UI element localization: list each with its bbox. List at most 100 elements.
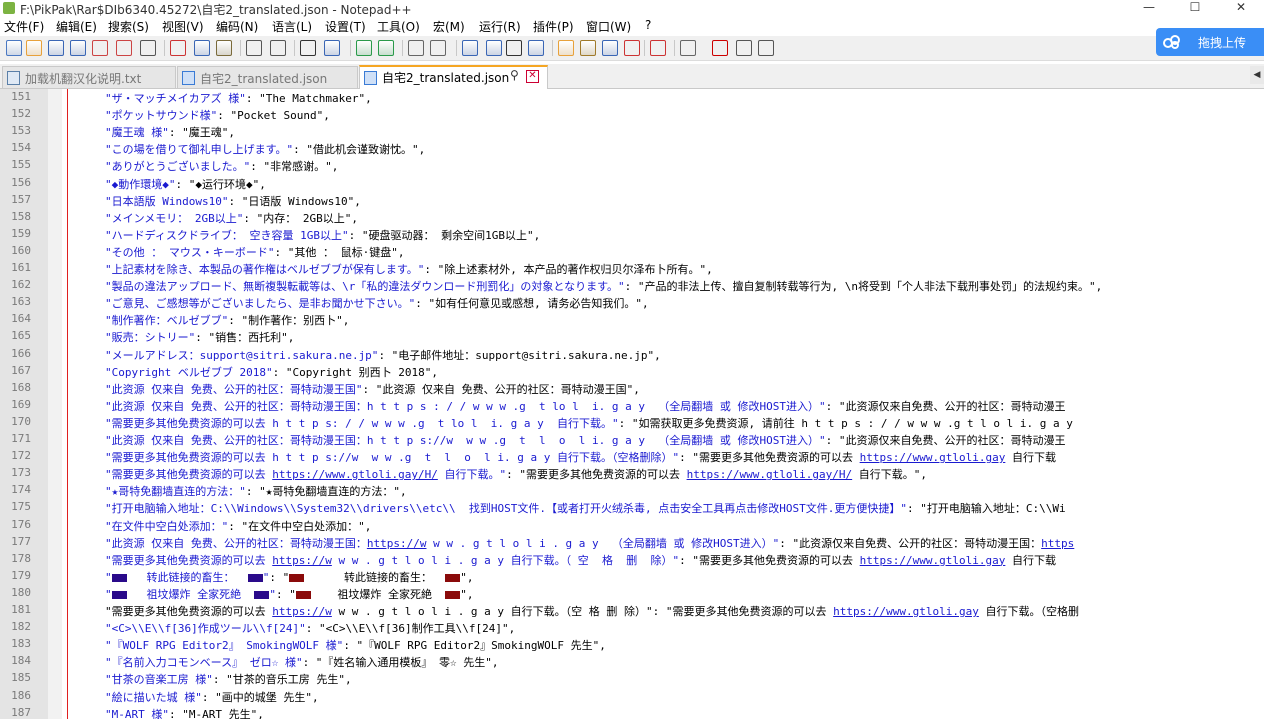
close-all-icon[interactable]: [116, 40, 132, 56]
code-line: 161 "上記素材を除き、本製品の著作権はベルゼブブが保有します。": "除上述素…: [0, 260, 1264, 277]
json-key: "★哥特免翻墙直连的方法：": [105, 485, 246, 499]
menu-item[interactable]: 搜索(S): [108, 18, 149, 35]
minimize-button[interactable]: —: [1126, 0, 1172, 17]
json-value: : "打开电脑输入地址：C:\\Wi: [907, 502, 1066, 516]
title-bar: F:\PikPak\Rar$DIb6340.45272\自宅2_translat…: [0, 0, 1264, 17]
url-link[interactable]: https://www.gtloli.gay: [860, 554, 1006, 567]
code-line: 164 "制作著作：ベルゼブブ": "制作著作：别西卜",: [0, 311, 1264, 328]
new-icon[interactable]: [6, 40, 22, 56]
menu-item[interactable]: 运行(R): [479, 18, 521, 35]
upload-badge[interactable]: 拖拽上传: [1156, 28, 1264, 56]
url-link[interactable]: https://w: [272, 554, 332, 567]
code-text: "需要更多其他免费资源的可以去 h t t p s://w w w .g t l…: [105, 449, 1056, 465]
play-multi-icon[interactable]: [736, 40, 752, 56]
json-key: "この場を借りて御礼申し上げます。": [105, 143, 294, 157]
udl-icon[interactable]: [528, 40, 544, 56]
save-icon[interactable]: [48, 40, 64, 56]
indent-guide-icon[interactable]: [506, 40, 522, 56]
editor[interactable]: 151 "ザ・マッチメイカアズ 様": "The Matchmaker", 152 "…: [0, 89, 1264, 719]
tab-json-active[interactable]: 自宅2_translated.json ⚲ ✕: [359, 65, 548, 89]
url-link[interactable]: https://www.gtloli.gay/H/: [272, 468, 438, 481]
url-link[interactable]: https: [1041, 537, 1074, 550]
menu-item[interactable]: 文件(F): [4, 18, 44, 35]
menu-item[interactable]: 设置(T): [325, 18, 366, 35]
tab-close-icon[interactable]: ✕: [526, 70, 539, 83]
menu-item[interactable]: 语言(L): [272, 18, 312, 35]
paste-icon[interactable]: [216, 40, 232, 56]
json-key: "その他 ： マウス・キーボード": [105, 245, 275, 259]
copy-icon[interactable]: [194, 40, 210, 56]
redacted-block: [295, 590, 311, 599]
line-number: 161: [11, 261, 31, 274]
json-key: ": [105, 587, 112, 601]
sync-v-icon[interactable]: [408, 40, 424, 56]
save-all-icon[interactable]: [70, 40, 86, 56]
url-link[interactable]: https://www.gtloli.gay/H/: [687, 468, 853, 481]
menu-item[interactable]: 编码(N): [216, 18, 258, 35]
toolbar-separator: [294, 40, 295, 56]
url-link[interactable]: https://w: [272, 605, 332, 618]
stop-icon[interactable]: [680, 40, 696, 56]
record-icon[interactable]: [650, 40, 666, 56]
pin-icon[interactable]: ⚲: [510, 68, 519, 82]
url-link[interactable]: https://w: [367, 537, 427, 550]
print-icon[interactable]: [140, 40, 156, 56]
toolbar-separator: [456, 40, 457, 56]
all-chars-icon[interactable]: [486, 40, 502, 56]
line-number: 157: [11, 192, 31, 206]
menu-item[interactable]: 视图(V): [162, 18, 204, 35]
json-value: : ": [276, 587, 296, 601]
func-list-icon[interactable]: [580, 40, 596, 56]
save-macro-icon[interactable]: [758, 40, 774, 56]
folder-workspace-icon[interactable]: [602, 40, 618, 56]
monitor-icon[interactable]: [624, 40, 640, 56]
tab-translation-notes[interactable]: 加载机翻汉化说明.txt: [2, 66, 176, 88]
close-window-button[interactable]: ✕: [1218, 0, 1264, 17]
zoom-in-icon[interactable]: [356, 40, 372, 56]
sync-h-icon[interactable]: [430, 40, 446, 56]
code-text: "在文件中空白处添加：": "在文件中空白处添加：",: [105, 518, 371, 534]
code-line: 176 "在文件中空白处添加：": "在文件中空白处添加：",: [0, 517, 1264, 534]
menu-item[interactable]: 宏(M): [433, 18, 465, 35]
json-value: : "Pocket Sound",: [217, 109, 330, 123]
redo-icon[interactable]: [270, 40, 286, 56]
undo-icon[interactable]: [246, 40, 262, 56]
url-link[interactable]: https://www.gtloli.gay: [860, 451, 1006, 464]
json-key: ": [269, 587, 276, 601]
menu-item[interactable]: ?: [645, 18, 651, 32]
url-link[interactable]: https://www.gtloli.gay: [833, 605, 979, 618]
maximize-button[interactable]: ☐: [1172, 0, 1218, 17]
menu-item[interactable]: 窗口(W): [586, 18, 631, 35]
json-value: : "非常感谢。",: [250, 160, 339, 174]
code-line: 172 "需要更多其他免费资源的可以去 h t t p s://w w w .g …: [0, 448, 1264, 465]
code-line: 167 "Copyright ベルゼブブ 2018": "Copyright 别西…: [0, 363, 1264, 380]
tab-scroll-left-icon[interactable]: ◀: [1250, 66, 1264, 84]
redacted-block: [289, 573, 305, 582]
zoom-out-icon[interactable]: [378, 40, 394, 56]
doc-map-icon[interactable]: [558, 40, 574, 56]
code-text: "打开电脑输入地址：C:\\Windows\\System32\\drivers…: [105, 500, 1066, 516]
file-icon: [7, 71, 20, 85]
cut-icon[interactable]: [170, 40, 186, 56]
menu-item[interactable]: 工具(O): [377, 18, 420, 35]
code-line: 158 "メインメモリ： 2GB以上": "内存： 2GB以上",: [0, 209, 1264, 226]
wrap-icon[interactable]: [462, 40, 478, 56]
line-number: 181: [11, 603, 31, 616]
line-number: 163: [11, 295, 31, 309]
json-value: : "日语版 Windows10",: [228, 194, 361, 208]
replace-icon[interactable]: [324, 40, 340, 56]
line-number: 184: [11, 654, 31, 668]
find-icon[interactable]: [300, 40, 316, 56]
redacted-block: [111, 590, 127, 599]
menu-item[interactable]: 编辑(E): [56, 18, 97, 35]
close-icon[interactable]: [92, 40, 108, 56]
open-icon[interactable]: [26, 40, 42, 56]
json-value: : "产品的非法上传、擅自复制转载等行为, \n将受到「个人非法下载刑事处罚」的…: [624, 280, 1103, 294]
code-line: 152 "ポケットサウンド様": "Pocket Sound",: [0, 106, 1264, 123]
json-value: 转此链接的畜生：: [304, 570, 446, 584]
play-icon[interactable]: [712, 40, 728, 56]
menu-item[interactable]: 插件(P): [533, 18, 574, 35]
tab-json-1[interactable]: 自宅2_translated.json: [177, 66, 358, 88]
json-key: "ポケットサウンド様": [105, 109, 218, 123]
code-text: "此资源 仅来自 免费、公开的社区：哥特动漫王国：h t t p s://w w…: [105, 432, 1066, 448]
